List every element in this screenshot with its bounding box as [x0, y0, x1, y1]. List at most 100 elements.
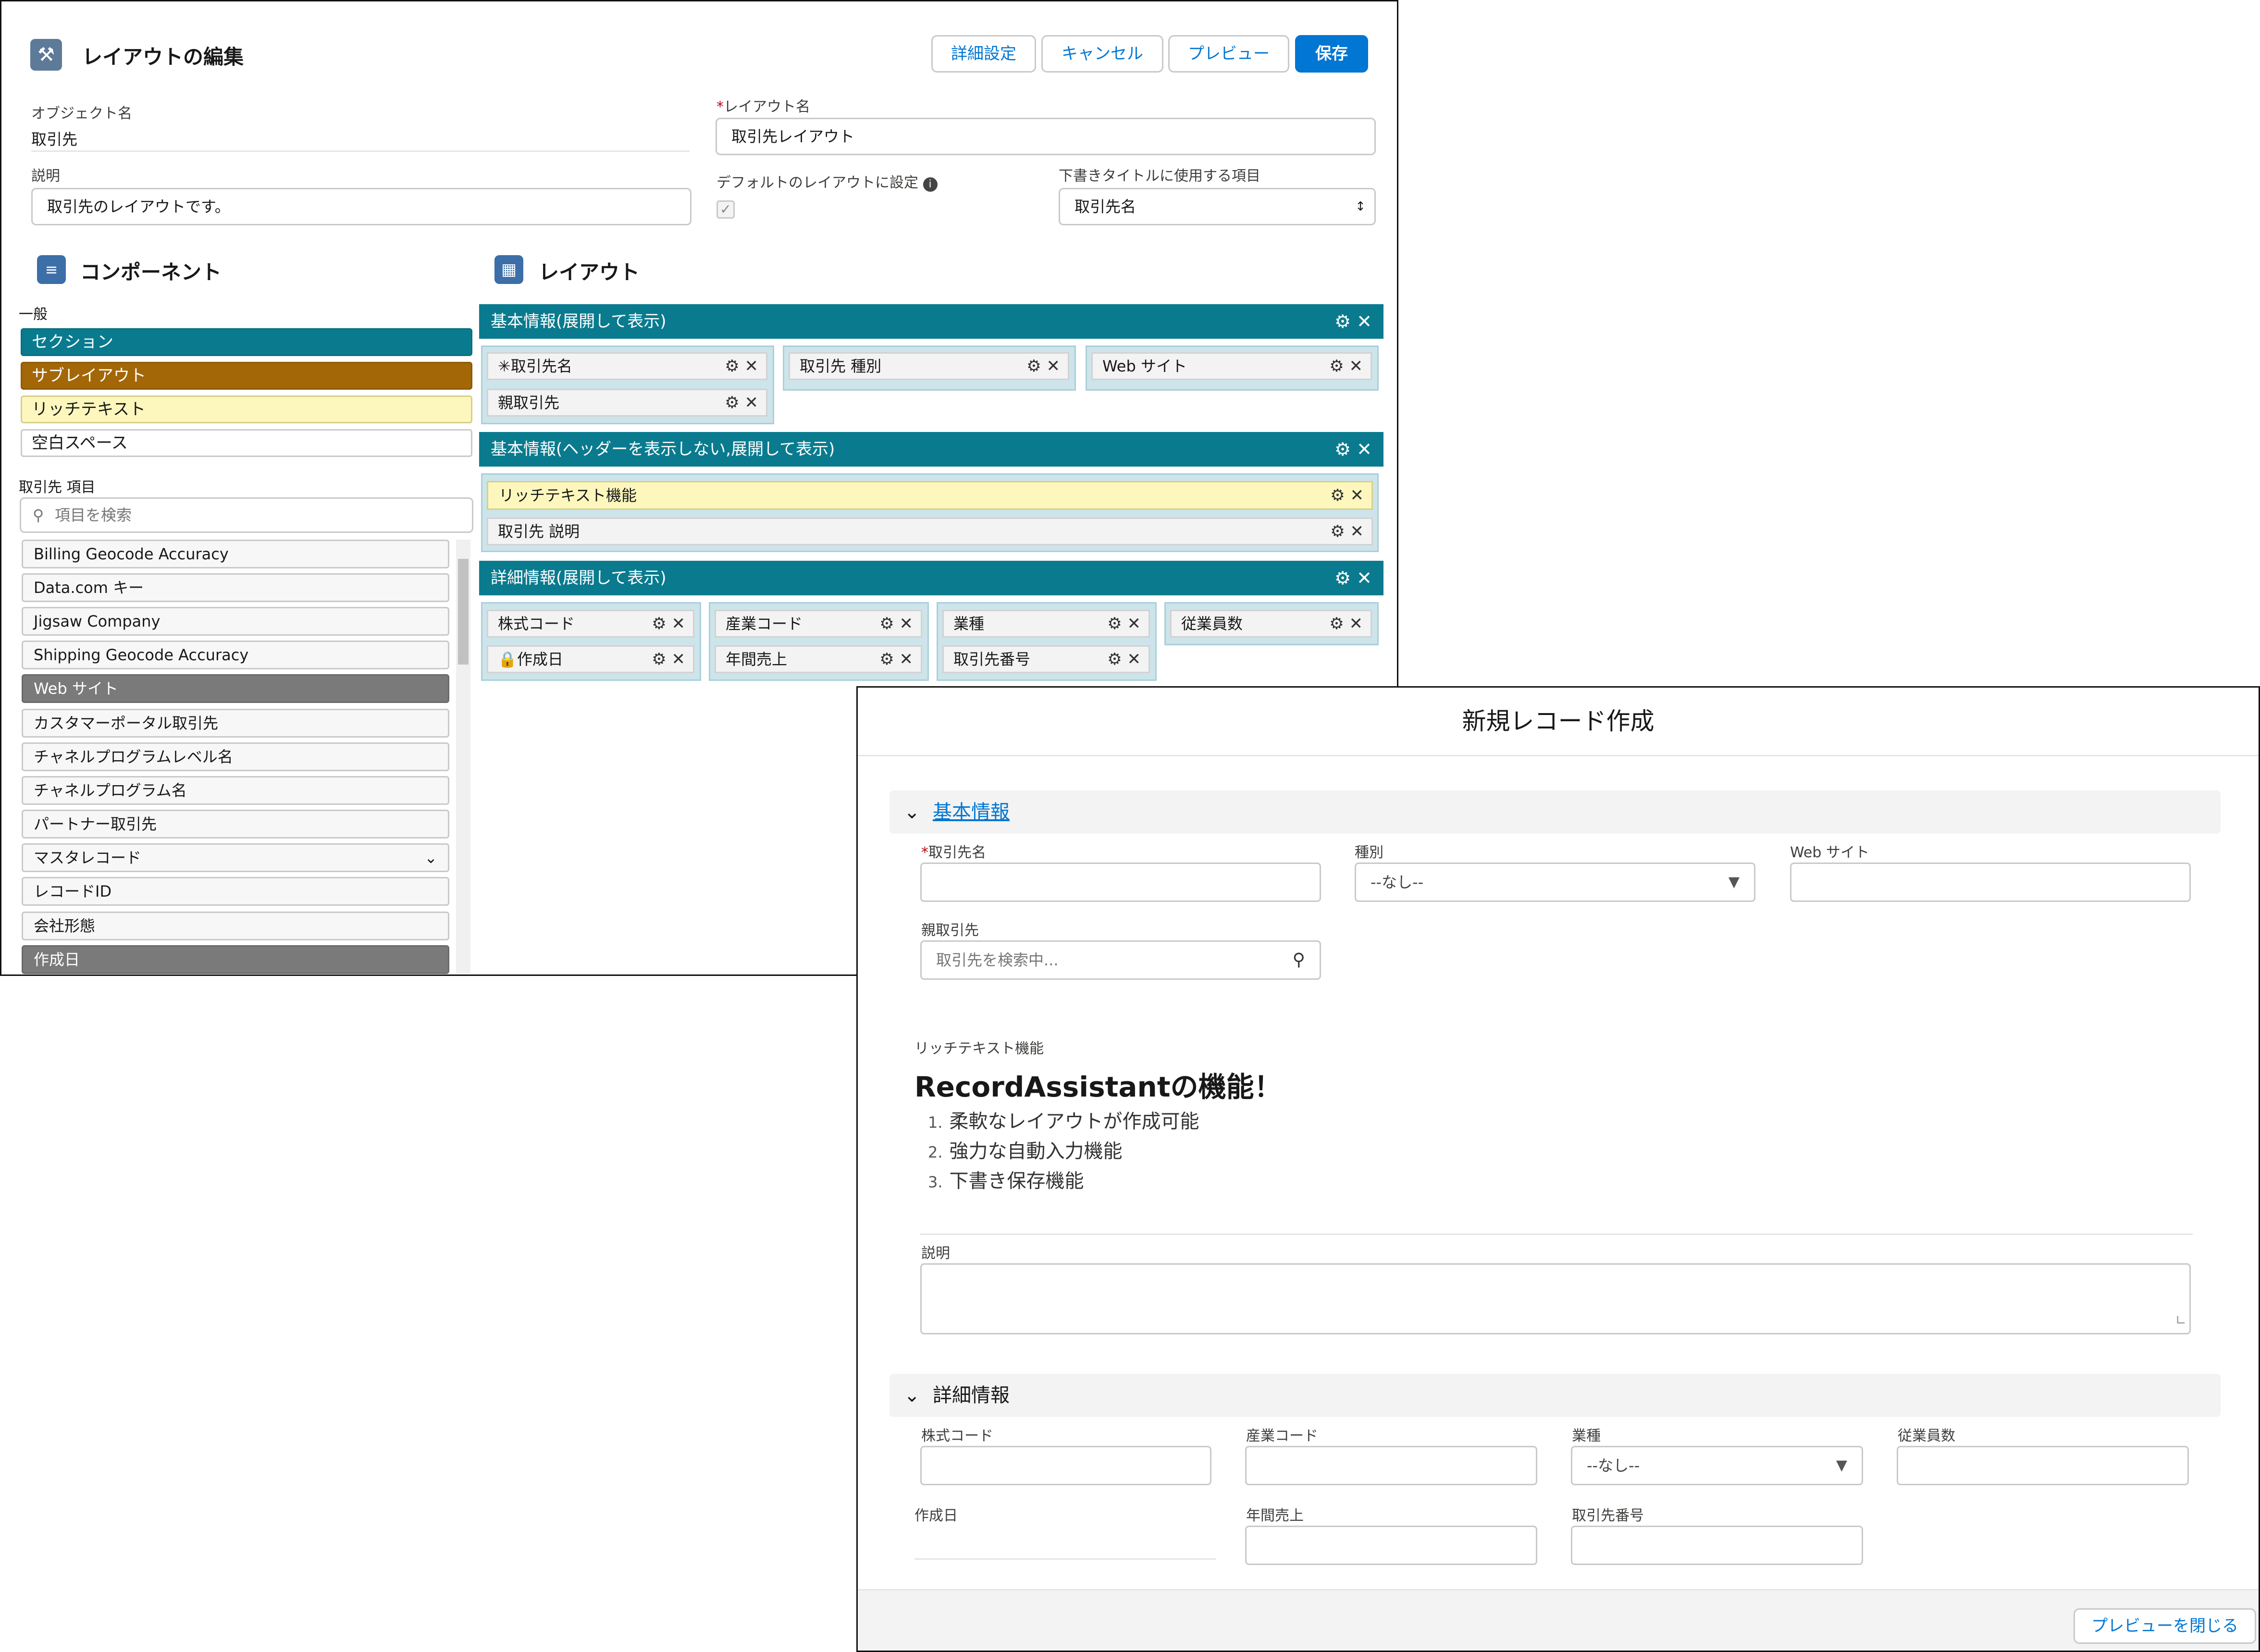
layout-icon: ▦ [494, 255, 523, 284]
search-icon: ⚲ [1292, 950, 1305, 970]
field-item[interactable]: Shipping Geocode Accuracy [22, 641, 449, 669]
layout-field-description[interactable]: 取引先 説明 ⚙ ✕ [487, 518, 1373, 545]
richtext-list-item: 2. 強力な自動入力機能 [928, 1140, 1123, 1162]
field-item-expandable[interactable]: マスタレコード ⌄ [22, 843, 449, 872]
employees-label: 従業員数 [1898, 1428, 1955, 1444]
gear-icon: ⚙ [879, 614, 894, 633]
layout-name-label: *レイアウト名 [716, 99, 810, 115]
fields-label: 取引先 項目 [19, 479, 96, 496]
field-search-input[interactable]: ⚲ 項目を検索 [20, 497, 473, 533]
field-item[interactable]: Data.com キー [22, 573, 449, 602]
layout-field-ticker[interactable]: 株式コード ⚙ ✕ [487, 610, 694, 638]
close-icon: ✕ [899, 650, 914, 669]
parent-account-lookup[interactable]: 取引先を検索中... ⚲ [920, 940, 1321, 980]
scrollbar[interactable] [456, 540, 470, 973]
field-item-used[interactable]: Web サイト [22, 674, 449, 703]
gear-icon: ⚙ [1334, 311, 1351, 332]
layout-field-revenue[interactable]: 年間売上 ⚙ ✕ [715, 645, 922, 673]
close-icon: ✕ [671, 650, 686, 669]
field-item[interactable]: カスタマーポータル取引先 [22, 709, 449, 738]
component-blank-space[interactable]: 空白スペース [21, 429, 472, 457]
gear-icon: ⚙ [879, 650, 894, 669]
layout-field-industry[interactable]: 業種 ⚙ ✕ [942, 610, 1150, 638]
type-select[interactable]: --なし-- ▼ [1355, 863, 1755, 902]
account-number-label: 取引先番号 [1572, 1507, 1644, 1524]
draft-title-select[interactable]: 取引先名 ↕ [1059, 188, 1376, 225]
field-item[interactable]: Jigsaw Company [22, 607, 449, 636]
gear-icon: ⚙ [1107, 650, 1122, 669]
layout-name-input[interactable]: 取引先レイアウト [716, 118, 1376, 155]
preview-section-basic[interactable]: ⌄ 基本情報 [889, 790, 2221, 834]
richtext-list-item: 3. 下書き保存機能 [928, 1170, 1084, 1192]
gear-icon: ⚙ [1107, 614, 1122, 633]
field-item[interactable]: Billing Geocode Accuracy [22, 540, 449, 568]
preview-button[interactable]: プレビュー [1168, 35, 1289, 73]
field-item[interactable]: チャネルプログラム名 [22, 776, 449, 805]
layout-field-account-type[interactable]: 取引先 種別 ⚙ ✕ [789, 352, 1069, 380]
field-item[interactable]: パートナー取引先 [22, 810, 449, 838]
save-button[interactable]: 保存 [1295, 35, 1368, 73]
default-layout-label: デフォルトのレイアウトに設定 i [716, 171, 938, 192]
layout-field-created[interactable]: 🔒作成日 ⚙ ✕ [487, 645, 694, 673]
gear-icon: ⚙ [652, 650, 667, 669]
gear-icon: ⚙ [1330, 486, 1345, 505]
scrollbar-thumb[interactable] [458, 559, 469, 665]
close-icon: ✕ [899, 614, 914, 633]
field-item[interactable]: レコードID [22, 877, 449, 906]
sic-input[interactable] [1245, 1446, 1537, 1485]
parent-account-label: 親取引先 [921, 922, 979, 939]
gear-icon: ⚙ [725, 393, 740, 412]
close-icon: ✕ [1127, 650, 1141, 669]
ticker-label: 株式コード [921, 1428, 993, 1444]
gear-icon: ⚙ [1329, 357, 1344, 376]
layout-field-sic[interactable]: 産業コード ⚙ ✕ [715, 610, 922, 638]
description-label: 説明 [31, 168, 60, 185]
richtext-heading: RecordAssistantの機能！ [914, 1071, 1282, 1103]
advanced-settings-button[interactable]: 詳細設定 [931, 35, 1036, 73]
resize-handle-icon[interactable]: ∟ [2175, 1302, 2186, 1339]
account-name-label: *取引先名 [921, 844, 986, 861]
layout-field-richtext[interactable]: リッチテキスト機能 ⚙ ✕ [487, 481, 1373, 510]
lock-icon: 🔒 [498, 650, 517, 668]
layout-field-employees[interactable]: 従業員数 ⚙ ✕ [1170, 610, 1372, 638]
field-item[interactable]: チャネルプログラムレベル名 [22, 742, 449, 771]
close-icon: ✕ [744, 393, 759, 412]
component-richtext[interactable]: リッチテキスト [21, 395, 472, 423]
description-label: 説明 [921, 1245, 950, 1262]
ticker-input[interactable] [920, 1446, 1211, 1485]
gear-icon: ⚙ [1026, 357, 1041, 376]
field-item-used[interactable]: 作成日 [22, 945, 449, 974]
preview-section-detail[interactable]: ⌄ 詳細情報 [889, 1374, 2221, 1417]
close-icon: ✕ [744, 357, 759, 376]
description-input[interactable]: 取引先のレイアウトです。 [31, 188, 692, 225]
preview-title: 新規レコード作成 [858, 688, 2259, 756]
component-section[interactable]: セクション [21, 328, 472, 356]
close-preview-button[interactable]: プレビューを閉じる [2074, 1608, 2256, 1644]
layout-field-account-name[interactable]: ✳取引先名 ⚙ ✕ [487, 352, 767, 380]
close-icon: ✕ [1349, 357, 1363, 376]
website-label: Web サイト [1790, 844, 1869, 861]
component-sublayout[interactable]: サブレイアウト [21, 362, 472, 390]
layout-field-parent-account[interactable]: 親取引先 ⚙ ✕ [487, 389, 767, 417]
layout-section-bar[interactable]: 基本情報(展開して表示) ⚙ ✕ [479, 304, 1383, 339]
layout-section-bar[interactable]: 詳細情報(展開して表示) ⚙ ✕ [479, 561, 1383, 595]
layout-field-account-number[interactable]: 取引先番号 ⚙ ✕ [942, 645, 1150, 673]
industry-select[interactable]: --なし-- ▼ [1571, 1446, 1863, 1485]
field-item[interactable]: 会社形態 [22, 912, 449, 940]
close-icon: ✕ [671, 614, 686, 633]
employees-input[interactable] [1897, 1446, 2189, 1485]
account-name-input[interactable] [920, 863, 1321, 902]
cancel-button[interactable]: キャンセル [1041, 35, 1163, 73]
description-textarea[interactable]: ∟ [920, 1263, 2191, 1334]
layout-field-website[interactable]: Web サイト ⚙ ✕ [1091, 352, 1372, 380]
chevron-down-icon: ⌄ [424, 849, 437, 867]
revenue-input[interactable] [1245, 1526, 1537, 1565]
general-label: 一般 [19, 306, 48, 323]
revenue-label: 年間売上 [1246, 1507, 1304, 1524]
caret-down-icon: ▼ [1728, 874, 1740, 890]
website-input[interactable] [1790, 863, 2191, 902]
default-layout-checkbox[interactable]: ✓ [716, 200, 735, 219]
object-name-value: 取引先 [31, 130, 78, 148]
layout-section-bar[interactable]: 基本情報(ヘッダーを表示しない,展開して表示) ⚙ ✕ [479, 432, 1383, 467]
account-number-input[interactable] [1571, 1526, 1863, 1565]
